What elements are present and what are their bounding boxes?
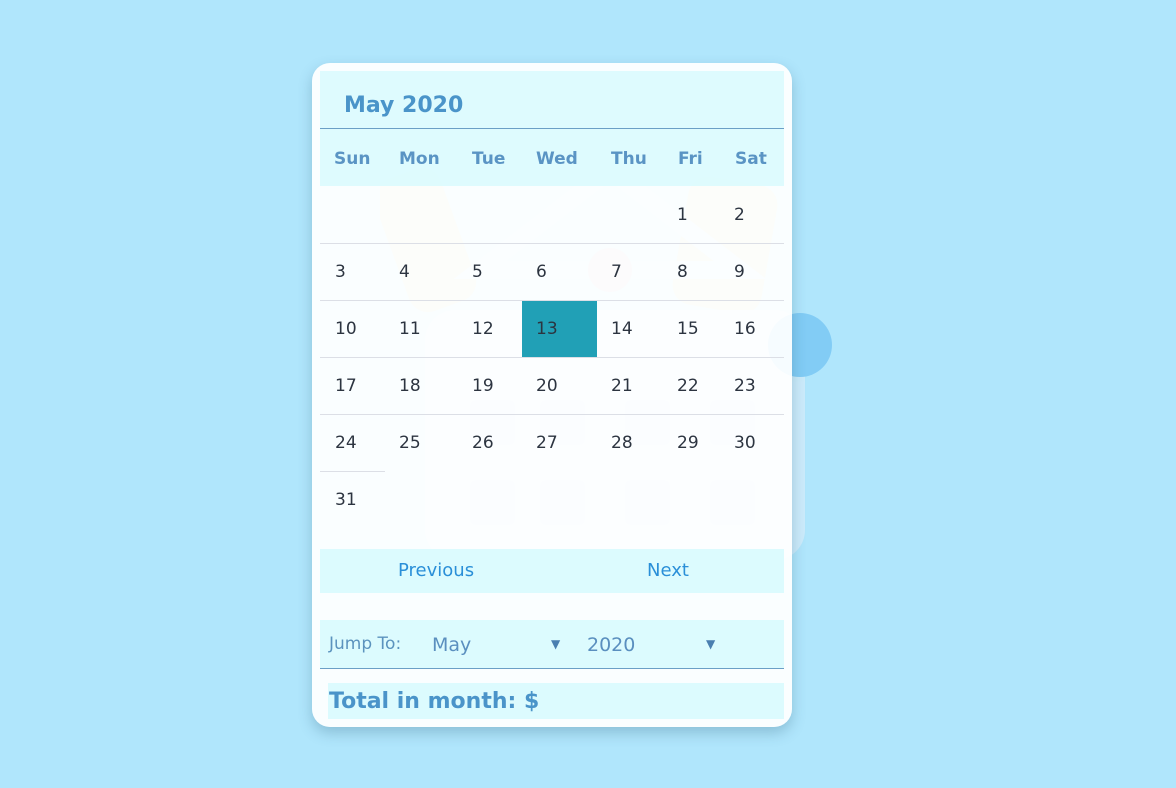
day-cell[interactable]: 30 [734, 433, 756, 453]
weekday-thu: Thu [611, 149, 647, 169]
day-cell[interactable]: 27 [536, 433, 558, 453]
year-select[interactable]: 2020 ▼ [587, 626, 722, 660]
row-divider [320, 243, 784, 244]
jump-to-label: Jump To: [329, 634, 402, 654]
day-cell[interactable]: 23 [734, 376, 756, 396]
day-cell[interactable]: 1 [677, 205, 688, 225]
day-cell[interactable]: 18 [399, 376, 421, 396]
day-cell[interactable]: 10 [335, 319, 357, 339]
calendar-card: May 2020 Sun Mon Tue Wed Thu Fri Sat 1 2… [312, 63, 792, 727]
day-cell[interactable]: 16 [734, 319, 756, 339]
day-cell[interactable]: 6 [536, 262, 547, 282]
day-cell[interactable]: 8 [677, 262, 688, 282]
weekday-mon: Mon [399, 149, 440, 169]
weekday-sat: Sat [735, 149, 767, 169]
weekday-fri: Fri [678, 149, 703, 169]
month-title: May 2020 [344, 93, 464, 118]
chevron-down-icon: ▼ [706, 637, 716, 651]
row-divider [320, 414, 784, 415]
day-cell[interactable]: 14 [611, 319, 633, 339]
day-cell[interactable]: 3 [335, 262, 346, 282]
jump-divider [320, 668, 784, 669]
day-cell[interactable]: 5 [472, 262, 483, 282]
row-divider [320, 357, 784, 358]
day-cell[interactable]: 12 [472, 319, 494, 339]
day-cell[interactable]: 9 [734, 262, 745, 282]
day-cell[interactable]: 25 [399, 433, 421, 453]
day-cell[interactable]: 2 [734, 205, 745, 225]
day-cell[interactable]: 19 [472, 376, 494, 396]
day-cell-selected[interactable]: 13 [536, 319, 558, 339]
chevron-down-icon: ▼ [551, 637, 561, 651]
jump-to-bar: Jump To: May ▼ 2020 ▼ [320, 620, 784, 668]
previous-button[interactable]: Previous [398, 560, 474, 581]
month-select[interactable]: May ▼ [432, 626, 567, 660]
month-total: Total in month: $ [328, 683, 784, 719]
day-cell[interactable]: 29 [677, 433, 699, 453]
day-cell[interactable]: 11 [399, 319, 421, 339]
month-navigation: Previous Next [320, 549, 784, 593]
weekday-wed: Wed [536, 149, 578, 169]
day-cell[interactable]: 31 [335, 490, 357, 510]
calendar-header: May 2020 Sun Mon Tue Wed Thu Fri Sat [320, 71, 784, 186]
day-cell[interactable]: 26 [472, 433, 494, 453]
selected-day-highlight [522, 301, 597, 357]
day-cell[interactable]: 17 [335, 376, 357, 396]
day-cell[interactable]: 15 [677, 319, 699, 339]
weekday-header-row: Sun Mon Tue Wed Thu Fri Sat [320, 129, 784, 186]
year-select-value: 2020 [587, 634, 636, 656]
weekday-tue: Tue [472, 149, 506, 169]
day-cell[interactable]: 21 [611, 376, 633, 396]
next-button[interactable]: Next [647, 560, 689, 581]
day-cell[interactable]: 7 [611, 262, 622, 282]
day-cell[interactable]: 20 [536, 376, 558, 396]
day-grid: 1 2 3 4 5 6 7 8 9 10 11 12 13 14 15 16 1… [320, 186, 784, 549]
month-select-value: May [432, 634, 472, 656]
day-cell[interactable]: 4 [399, 262, 410, 282]
total-label: Total in month: $ [329, 689, 540, 714]
weekday-sun: Sun [334, 149, 371, 169]
day-cell[interactable]: 22 [677, 376, 699, 396]
row-divider [320, 471, 385, 472]
day-cell[interactable]: 28 [611, 433, 633, 453]
day-cell[interactable]: 24 [335, 433, 357, 453]
